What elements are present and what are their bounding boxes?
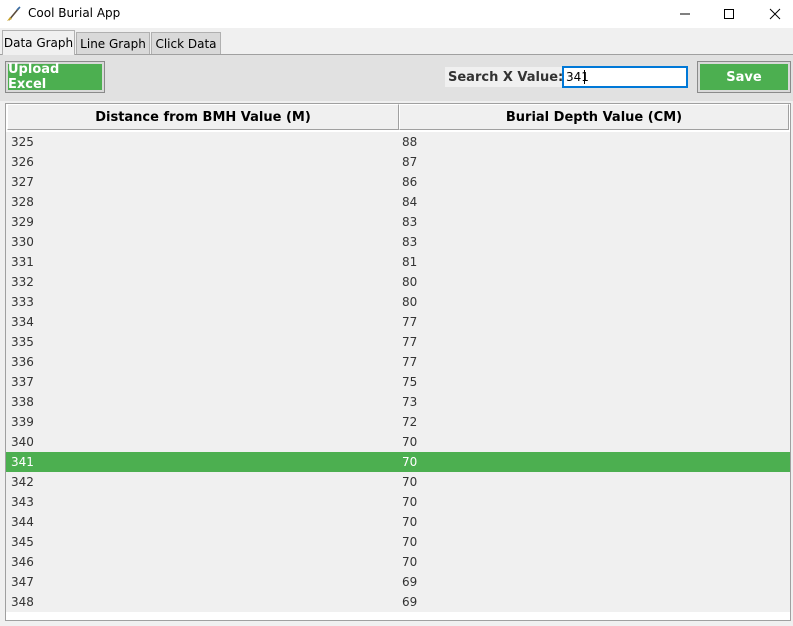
cell-distance: 345: [11, 535, 34, 549]
table-row[interactable]: 329 83: [6, 212, 790, 232]
close-button[interactable]: [752, 0, 793, 28]
table-row-selected[interactable]: 341 70: [6, 452, 790, 472]
maximize-button[interactable]: [706, 0, 752, 28]
cell-distance: 335: [11, 335, 34, 349]
table-row[interactable]: 337 75: [6, 372, 790, 392]
minimize-icon: [680, 13, 690, 15]
cell-distance: 336: [11, 355, 34, 369]
text-caret: [584, 70, 585, 84]
cell-depth: 70: [402, 495, 418, 509]
cell-distance: 344: [11, 515, 34, 529]
cell-distance: 347: [11, 575, 34, 589]
cell-distance: 329: [11, 215, 34, 229]
table-row[interactable]: 339 72: [6, 412, 790, 432]
cell-depth: 80: [402, 295, 418, 309]
table-row[interactable]: 346 70: [6, 552, 790, 572]
cell-depth: 77: [402, 315, 418, 329]
tab-line-graph[interactable]: Line Graph: [76, 32, 150, 54]
table-row[interactable]: 332 80: [6, 272, 790, 292]
search-label: Search X Value:: [445, 67, 567, 87]
table-row[interactable]: 331 81: [6, 252, 790, 272]
table-row[interactable]: 328 84: [6, 192, 790, 212]
table-row[interactable]: 325 88: [6, 132, 790, 152]
search-x-input[interactable]: [562, 66, 688, 88]
cell-depth: 70: [402, 455, 418, 469]
cell-depth: 83: [402, 215, 418, 229]
column-header-distance[interactable]: Distance from BMH Value (M): [7, 104, 399, 130]
cell-depth: 73: [402, 395, 418, 409]
table-row[interactable]: 336 77: [6, 352, 790, 372]
table-row[interactable]: 348 69: [6, 592, 790, 612]
cell-depth: 88: [402, 135, 418, 149]
close-icon: [769, 8, 781, 20]
table-row[interactable]: 333 80: [6, 292, 790, 312]
toolbar: Upload Excel Search X Value: Save: [0, 55, 793, 101]
paintbrush-icon: [7, 6, 21, 21]
cell-distance: 327: [11, 175, 34, 189]
cell-depth: 70: [402, 555, 418, 569]
table-row[interactable]: 334 77: [6, 312, 790, 332]
cell-depth: 70: [402, 515, 418, 529]
table-row[interactable]: 343 70: [6, 492, 790, 512]
save-button[interactable]: Save: [697, 61, 791, 93]
cell-distance: 331: [11, 255, 34, 269]
upload-excel-button[interactable]: Upload Excel: [5, 61, 105, 93]
cell-depth: 70: [402, 475, 418, 489]
cell-depth: 72: [402, 415, 418, 429]
cell-depth: 80: [402, 275, 418, 289]
tab-data-graph[interactable]: Data Graph: [2, 30, 75, 55]
table-row[interactable]: 344 70: [6, 512, 790, 532]
window-title: Cool Burial App: [28, 6, 121, 20]
table-row[interactable]: 345 70: [6, 532, 790, 552]
cell-distance: 341: [11, 455, 34, 469]
table-header: Distance from BMH Value (M) Burial Depth…: [6, 104, 790, 130]
maximize-icon: [724, 9, 734, 19]
cell-distance: 334: [11, 315, 34, 329]
cell-depth: 86: [402, 175, 418, 189]
title-bar: Cool Burial App: [0, 0, 793, 28]
cell-depth: 70: [402, 535, 418, 549]
cell-distance: 325: [11, 135, 34, 149]
cell-distance: 346: [11, 555, 34, 569]
table-body: 325 88 326 87 327 86 328 84 329 83 330 83 331 81 332 80…: [6, 132, 790, 612]
cell-distance: 348: [11, 595, 34, 609]
cell-depth: 81: [402, 255, 418, 269]
cell-distance: 330: [11, 235, 34, 249]
table-row[interactable]: 327 86: [6, 172, 790, 192]
cell-distance: 343: [11, 495, 34, 509]
cell-depth: 69: [402, 575, 418, 589]
cell-distance: 339: [11, 415, 34, 429]
column-header-depth[interactable]: Burial Depth Value (CM): [399, 104, 789, 130]
cell-depth: 87: [402, 155, 418, 169]
cell-distance: 326: [11, 155, 34, 169]
table-row[interactable]: 326 87: [6, 152, 790, 172]
table-row[interactable]: 342 70: [6, 472, 790, 492]
cell-depth: 69: [402, 595, 418, 609]
cell-depth: 75: [402, 375, 418, 389]
cell-distance: 328: [11, 195, 34, 209]
cell-depth: 70: [402, 435, 418, 449]
data-table: Distance from BMH Value (M) Burial Depth…: [5, 103, 791, 621]
cell-depth: 84: [402, 195, 418, 209]
table-row[interactable]: 340 70: [6, 432, 790, 452]
minimize-button[interactable]: [662, 0, 708, 28]
cell-distance: 338: [11, 395, 34, 409]
table-row[interactable]: 330 83: [6, 232, 790, 252]
cell-distance: 340: [11, 435, 34, 449]
table-row[interactable]: 338 73: [6, 392, 790, 412]
cell-depth: 77: [402, 335, 418, 349]
cell-distance: 342: [11, 475, 34, 489]
cell-distance: 332: [11, 275, 34, 289]
tab-click-data[interactable]: Click Data: [151, 32, 221, 54]
cell-distance: 337: [11, 375, 34, 389]
cell-distance: 333: [11, 295, 34, 309]
cell-depth: 77: [402, 355, 418, 369]
app-window: Cool Burial App Data Graph Line Graph Cl…: [0, 0, 793, 626]
table-row[interactable]: 335 77: [6, 332, 790, 352]
tab-strip: Data Graph Line Graph Click Data: [0, 30, 793, 55]
cell-depth: 83: [402, 235, 418, 249]
table-row[interactable]: 347 69: [6, 572, 790, 592]
